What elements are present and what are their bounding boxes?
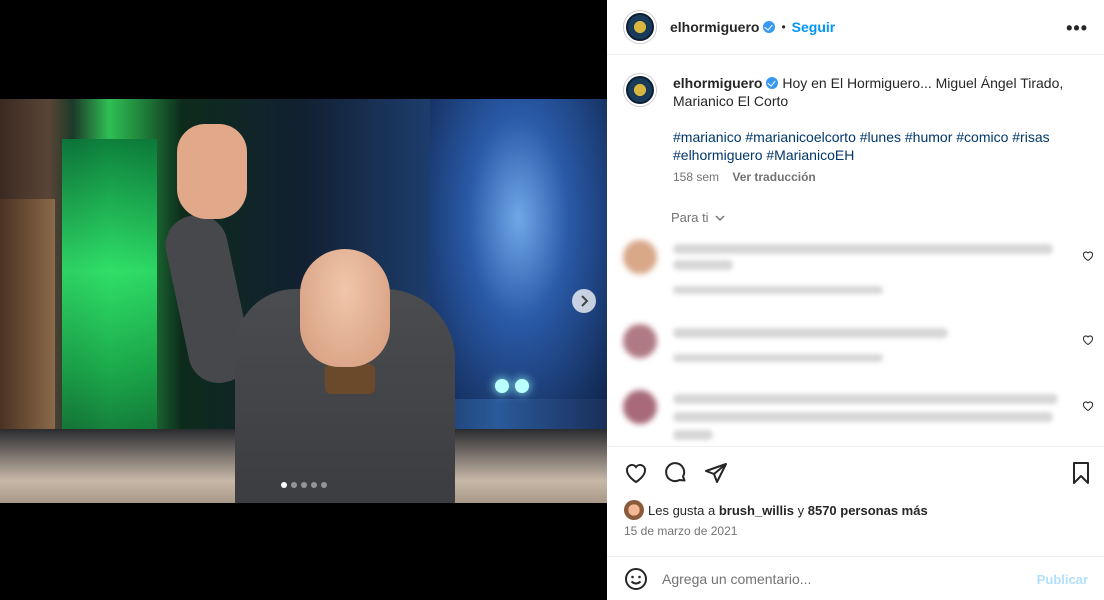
carousel-dot[interactable] bbox=[321, 482, 327, 488]
action-bar bbox=[607, 446, 1104, 498]
verified-badge-icon bbox=[763, 21, 776, 33]
avatar[interactable] bbox=[624, 11, 656, 43]
likes-summary: Les gusta a brush_willis y 8570 personas… bbox=[624, 500, 928, 520]
for-you-filter[interactable]: Para ti bbox=[671, 210, 725, 225]
likes-connector: y bbox=[797, 502, 805, 518]
heart-icon[interactable] bbox=[624, 461, 648, 485]
bookmark-icon[interactable] bbox=[1069, 461, 1093, 485]
comment-heart-icon[interactable] bbox=[1082, 400, 1094, 412]
translate-link[interactable]: Ver traducción bbox=[732, 170, 815, 184]
for-you-label: Para ti bbox=[671, 210, 709, 225]
chevron-right-icon bbox=[581, 295, 589, 307]
comment-input[interactable] bbox=[662, 570, 1022, 587]
post-media bbox=[0, 0, 607, 600]
caption-meta: 158 sem Ver traducción bbox=[673, 170, 1089, 184]
carousel-next-button[interactable] bbox=[572, 289, 596, 313]
carousel-dot[interactable] bbox=[291, 482, 297, 488]
comment-composer: Publicar bbox=[607, 556, 1104, 600]
post-side-panel: elhormiguero • Seguir ••• elhormiguero H… bbox=[607, 0, 1104, 600]
avatar[interactable] bbox=[624, 74, 656, 106]
caption: elhormiguero Hoy en El Hormiguero... Mig… bbox=[624, 74, 1089, 184]
list-item bbox=[617, 378, 1104, 446]
avatar[interactable] bbox=[624, 500, 644, 520]
post-username[interactable]: elhormiguero bbox=[670, 19, 759, 35]
post-header: elhormiguero • Seguir ••• bbox=[607, 0, 1104, 55]
caption-username[interactable]: elhormiguero bbox=[673, 75, 762, 91]
likes-prefix: Les gusta a bbox=[648, 502, 716, 518]
person-waving bbox=[160, 119, 465, 503]
likes-user[interactable]: brush_willis bbox=[719, 503, 794, 518]
likes-others[interactable]: 8570 personas más bbox=[808, 503, 928, 518]
follow-button[interactable]: Seguir bbox=[792, 19, 836, 35]
paper-plane-icon[interactable] bbox=[704, 461, 728, 485]
comments-list bbox=[617, 228, 1104, 446]
list-item bbox=[617, 228, 1104, 298]
publish-button[interactable]: Publicar bbox=[1037, 572, 1088, 587]
comment-heart-icon[interactable] bbox=[1082, 250, 1094, 262]
comment-icon[interactable] bbox=[664, 461, 688, 485]
chevron-down-icon bbox=[715, 215, 725, 221]
post-age[interactable]: 158 sem bbox=[673, 170, 719, 184]
carousel-dot[interactable] bbox=[281, 482, 287, 488]
separator: • bbox=[781, 20, 786, 34]
verified-badge-icon bbox=[766, 77, 779, 89]
instagram-post-view: elhormiguero • Seguir ••• elhormiguero H… bbox=[0, 0, 1104, 600]
carousel-dot[interactable] bbox=[301, 482, 307, 488]
caption-hashtags[interactable]: #marianico #marianicoelcorto #lunes #hum… bbox=[673, 128, 1089, 164]
smiley-icon[interactable] bbox=[624, 567, 648, 591]
carousel-dots bbox=[281, 482, 327, 488]
post-photo bbox=[0, 99, 607, 503]
post-date[interactable]: 15 de marzo de 2021 bbox=[624, 524, 737, 538]
carousel-dot[interactable] bbox=[311, 482, 317, 488]
caption-text: elhormiguero Hoy en El Hormiguero... Mig… bbox=[673, 74, 1089, 110]
comment-heart-icon[interactable] bbox=[1082, 334, 1094, 346]
more-options-icon[interactable]: ••• bbox=[1066, 18, 1088, 39]
list-item bbox=[617, 312, 1104, 382]
